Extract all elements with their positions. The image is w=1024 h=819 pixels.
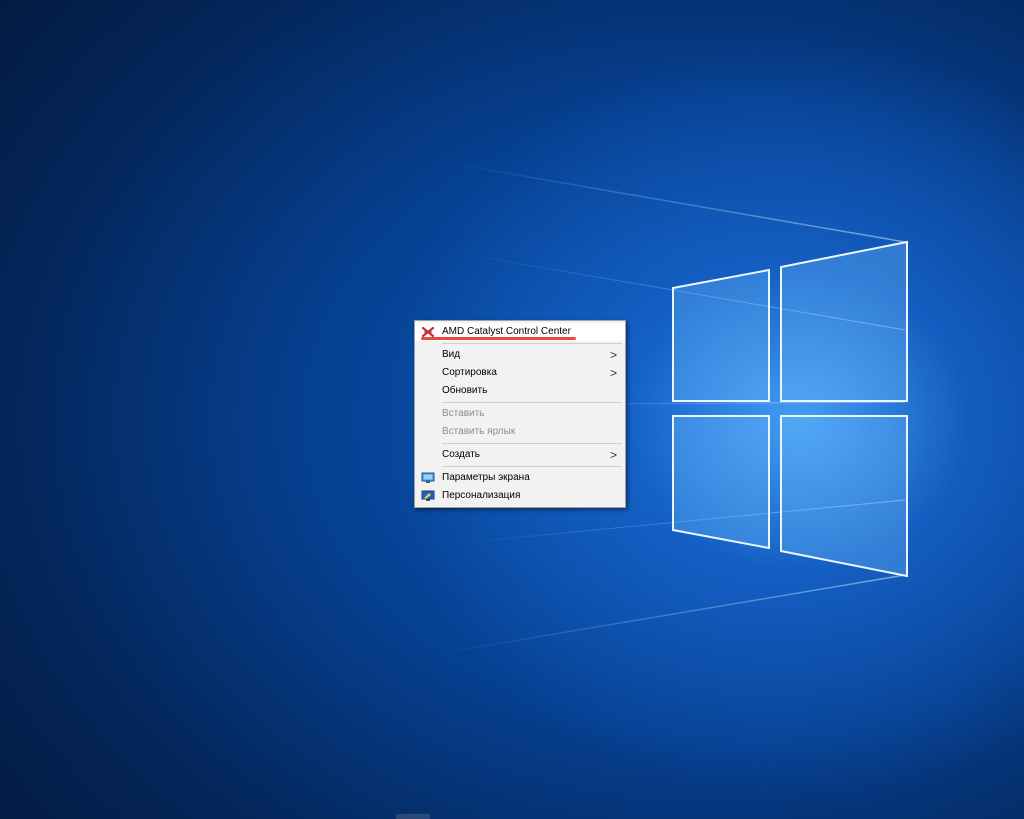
desktop-context-menu: AMD Catalyst Control Center Вид > Сортир… [414,320,626,508]
menu-separator [442,466,622,467]
menu-item-label: Вставить [442,408,485,419]
menu-item-label: Параметры экрана [442,472,530,483]
submenu-arrow-icon: > [609,348,617,362]
annotation-underline [421,337,576,340]
menu-item-label: AMD Catalyst Control Center [442,326,571,337]
menu-separator [442,343,622,344]
menu-item-refresh[interactable]: Обновить [415,382,625,400]
menu-item-display-settings[interactable]: Параметры экрана [415,469,625,487]
submenu-arrow-icon: > [609,366,617,380]
menu-item-label: Вставить ярлык [442,426,516,437]
menu-item-paste-shortcut[interactable]: Вставить ярлык [415,423,625,441]
menu-item-label: Обновить [442,385,488,396]
display-icon [421,472,435,483]
menu-item-new[interactable]: Создать > [415,446,625,464]
personalize-icon [421,490,435,501]
taskbar-edge [396,814,430,819]
menu-item-label: Сортировка [442,367,497,378]
submenu-arrow-icon: > [609,448,617,462]
menu-item-sort[interactable]: Сортировка > [415,364,625,382]
menu-separator [442,402,622,403]
menu-item-view[interactable]: Вид > [415,346,625,364]
menu-item-paste[interactable]: Вставить [415,405,625,423]
menu-item-label: Создать [442,449,481,460]
menu-item-personalize[interactable]: Персонализация [415,487,625,505]
menu-separator [442,443,622,444]
menu-item-label: Персонализация [442,490,521,501]
menu-item-label: Вид [442,349,461,360]
